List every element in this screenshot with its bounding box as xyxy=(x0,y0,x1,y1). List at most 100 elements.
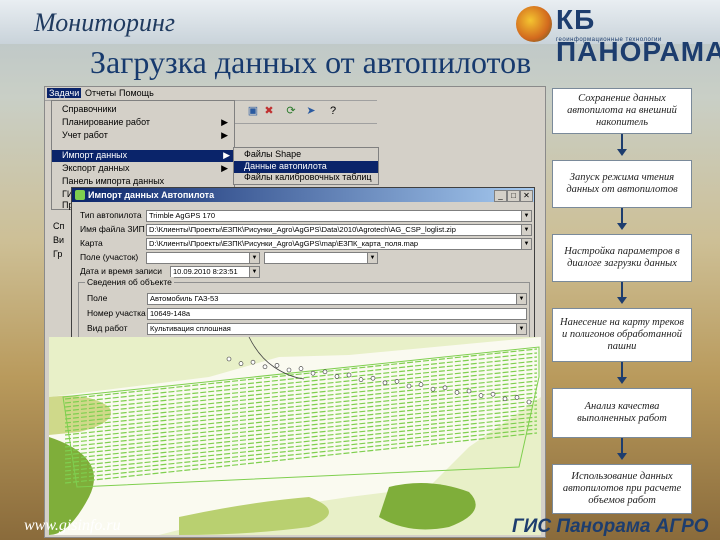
field-label: Дата и время записи xyxy=(80,266,163,276)
dialog-title: Импорт данных Автопилота xyxy=(72,188,534,202)
waypoint-marker[interactable] xyxy=(382,380,388,386)
waypoint-marker[interactable] xyxy=(346,372,352,378)
website-link[interactable]: www.gisinfo.ru xyxy=(24,517,121,535)
dropdown-arrow-icon[interactable]: ▼ xyxy=(516,294,526,304)
app-icon xyxy=(75,190,85,200)
side-menu-fragment: Гр xyxy=(53,249,63,259)
field-map[interactable] xyxy=(49,337,541,535)
flow-step: Использование данных автопилотов при рас… xyxy=(552,464,692,514)
waypoint-marker[interactable] xyxy=(238,361,244,366)
dropdown-arrow-icon[interactable]: ▼ xyxy=(521,225,531,235)
flow-arrow xyxy=(617,438,627,460)
plot-number-input[interactable]: 10649-148а xyxy=(147,308,527,320)
flow-step: Сохранение данных автопилота на внешний … xyxy=(552,88,692,134)
minimize-icon[interactable]: _ xyxy=(494,190,507,202)
waypoint-marker[interactable] xyxy=(526,399,532,405)
waypoint-marker[interactable] xyxy=(418,382,424,387)
waypoint-marker[interactable] xyxy=(454,390,460,395)
flow-step: Анализ качества выполненных работ xyxy=(552,388,692,438)
object-info-group: Сведения об объекте Поле Автомобиль ГАЗ-… xyxy=(78,277,530,340)
waypoint-marker[interactable] xyxy=(286,367,292,373)
datetime-picker[interactable]: 10.09.2010 8:23:51 ▼ xyxy=(170,266,260,278)
field-label: Карта xyxy=(80,238,103,248)
page-title: Загрузка данных от автопилотов xyxy=(90,44,532,80)
dropdown-arrow-icon[interactable]: ▼ xyxy=(367,253,377,263)
field-label: Имя файла ЗИП xyxy=(80,224,145,234)
waypoint-marker[interactable] xyxy=(298,366,304,371)
waypoint-marker[interactable] xyxy=(442,385,448,391)
field-value: Автомобиль ГАЗ-53 xyxy=(150,294,219,303)
help-icon[interactable]: ? xyxy=(327,105,339,117)
field-value: 10.09.2010 8:23:51 xyxy=(173,267,238,276)
zip-file-input[interactable]: D:\Клиенты\Проекты\ЕЗПК\Рисунки_Agro\AgG… xyxy=(146,224,532,236)
submenu-arrow-icon: ▶ xyxy=(221,163,228,173)
menu-item-label: Планирование работ xyxy=(62,117,151,127)
field-label: Поле (участок) xyxy=(80,252,139,262)
waypoint-marker[interactable] xyxy=(310,370,316,376)
menu-item-label: Справочники xyxy=(62,104,117,114)
waypoint-marker[interactable] xyxy=(334,374,340,379)
menu-tasks[interactable]: Задачи xyxy=(47,88,82,98)
menu-item-export[interactable]: Экспорт данных ▶ xyxy=(62,163,232,175)
dropdown-arrow-icon[interactable]: ▼ xyxy=(521,239,531,249)
menu-item-label: Панель импорта данных xyxy=(62,176,165,186)
menu-item-planning[interactable]: Планирование работ ▶ xyxy=(62,117,232,129)
object-select[interactable]: Автомобиль ГАЗ-53 ▼ xyxy=(147,293,527,305)
side-menu-fragment: Ви xyxy=(53,235,65,245)
waypoint-marker[interactable] xyxy=(502,396,508,402)
menu-item-import[interactable]: Импорт данных ▶ xyxy=(52,150,234,162)
dropdown-arrow-icon[interactable]: ▼ xyxy=(521,211,531,221)
waypoint-marker[interactable] xyxy=(322,369,328,375)
waypoint-marker[interactable] xyxy=(430,386,436,392)
menu-item-label: Экспорт данных xyxy=(62,163,130,173)
import-submenu: Файлы Shape Данные автопилота Файлы кали… xyxy=(233,147,379,185)
waypoint-marker[interactable] xyxy=(226,356,232,362)
waypoint-marker[interactable] xyxy=(274,363,280,368)
flow-step: Нанесение на карту треков и полигонов об… xyxy=(552,308,692,362)
field-value: Trimble AgGPS 170 xyxy=(149,211,216,220)
menu-item-directories[interactable]: Справочники xyxy=(62,104,117,116)
waypoint-marker[interactable] xyxy=(250,359,256,365)
close-icon[interactable]: ✕ xyxy=(520,190,533,202)
waypoint-marker[interactable] xyxy=(466,388,472,394)
submenu-arrow-icon: ▶ xyxy=(223,150,230,160)
dropdown-arrow-icon[interactable]: ▼ xyxy=(249,267,259,277)
waypoint-marker[interactable] xyxy=(490,391,496,397)
autopilot-type-select[interactable]: Trimble AgGPS 170 ▼ xyxy=(146,210,532,222)
menu-item-label: Импорт данных xyxy=(62,150,128,160)
field-label: Тип автопилота xyxy=(80,210,142,220)
refresh-icon[interactable]: ⟳ xyxy=(285,105,297,117)
submenu-item-shape[interactable]: Файлы Shape xyxy=(234,149,378,161)
maximize-icon[interactable]: □ xyxy=(507,190,520,202)
map-file-input[interactable]: D:\Клиенты\Проекты\ЕЗПК\Рисунки_Agro\AgG… xyxy=(146,238,532,250)
print-icon[interactable]: ▣ xyxy=(247,105,259,117)
flow-arrow xyxy=(617,208,627,230)
submenu-item-calibration[interactable]: Файлы калибровочных таблиц xyxy=(234,172,378,184)
waypoint-marker[interactable] xyxy=(370,375,376,381)
waypoint-marker[interactable] xyxy=(406,383,412,389)
menu-item-label: Учет работ xyxy=(62,130,108,140)
delete-icon[interactable]: ✖ xyxy=(263,105,275,117)
group-title: Сведения об объекте xyxy=(85,277,174,287)
field-select[interactable]: ▼ xyxy=(146,252,260,264)
dropdown-arrow-icon[interactable]: ▼ xyxy=(249,253,259,263)
waypoint-marker[interactable] xyxy=(394,379,400,384)
side-menu-fragment: Сп xyxy=(53,221,65,231)
waypoint-marker[interactable] xyxy=(514,395,520,400)
waypoint-marker[interactable] xyxy=(478,393,484,398)
footer-brand: ГИС Панорама АГРО xyxy=(512,516,709,537)
menu-item-accounting[interactable]: Учет работ ▶ xyxy=(62,130,232,142)
application-screenshot: Задачи Отчеты Помощь ▣ ✖ ⟳ ➤ ? Справочни… xyxy=(44,86,546,538)
menu-reports[interactable]: Отчеты xyxy=(85,88,116,98)
map-canvas[interactable] xyxy=(49,337,541,535)
flow-step: Запуск режима чтения данных от автопилот… xyxy=(552,160,692,208)
dropdown-arrow-icon[interactable]: ▼ xyxy=(516,324,526,334)
menu-help[interactable]: Помощь xyxy=(119,88,154,98)
waypoint-marker[interactable] xyxy=(262,364,268,370)
waypoint-marker[interactable] xyxy=(358,377,364,382)
field-label: Номер участка xyxy=(87,308,146,318)
navigate-icon[interactable]: ➤ xyxy=(305,105,317,117)
work-type-select[interactable]: Культивация сплошная ▼ xyxy=(147,323,527,335)
logo-tagline: геоинформационные технологии xyxy=(556,37,662,43)
field-extra-select[interactable]: ▼ xyxy=(264,252,378,264)
